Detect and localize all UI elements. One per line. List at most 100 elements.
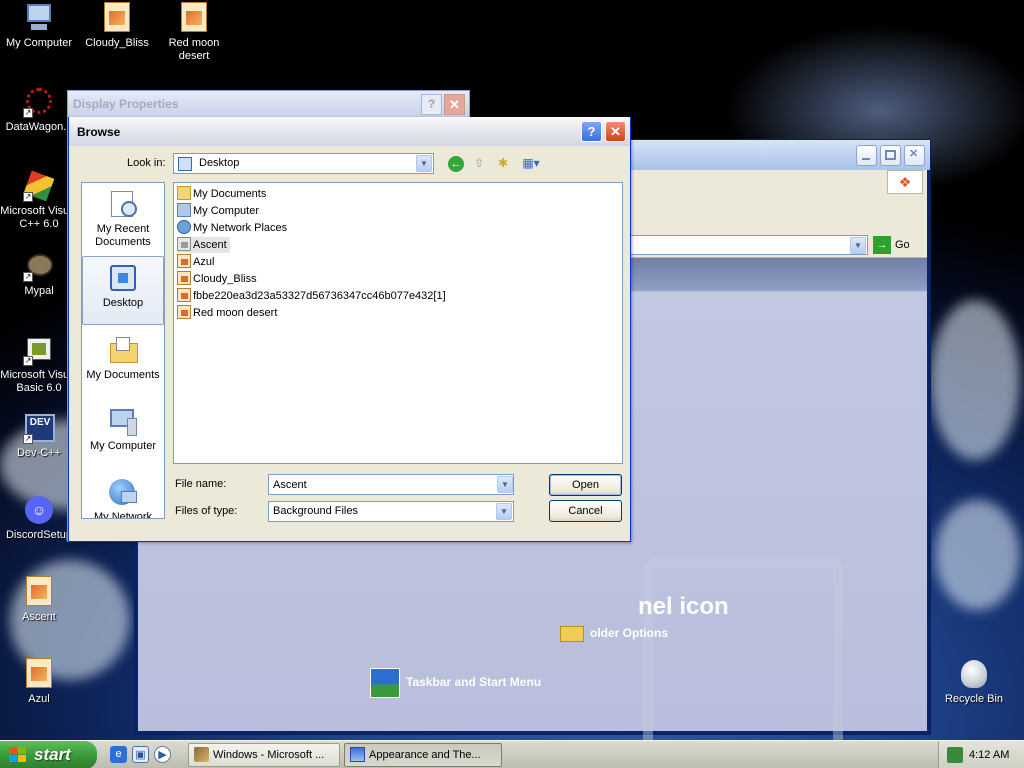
appearance-themes-icon bbox=[350, 747, 365, 762]
file-name: Azul bbox=[193, 256, 215, 268]
help-icon: ? bbox=[427, 97, 436, 111]
go-label: Go bbox=[895, 239, 910, 251]
maximize-icon bbox=[885, 150, 896, 160]
close-button[interactable]: ✕ bbox=[444, 94, 465, 115]
image-file-icon bbox=[178, 2, 210, 34]
image-file-icon bbox=[23, 576, 55, 608]
my-computer-icon bbox=[107, 406, 139, 438]
go-button[interactable]: → Go bbox=[873, 235, 921, 255]
views-menu-button[interactable]: ▦▾ bbox=[518, 154, 544, 174]
computer-icon bbox=[177, 203, 191, 217]
taskbar: start e ▣ ▶ Windows - Microsoft ... Appe… bbox=[0, 740, 1024, 768]
place-my-network[interactable]: My Network bbox=[82, 471, 164, 519]
file-item-my-network-places[interactable]: My Network Places bbox=[177, 220, 290, 236]
discord-icon: ☺ bbox=[23, 494, 55, 526]
file-item-my-documents[interactable]: My Documents bbox=[177, 186, 269, 202]
system-tray: 4:12 AM bbox=[938, 741, 1024, 768]
cancel-button[interactable]: Cancel bbox=[549, 500, 622, 522]
image-file-icon bbox=[177, 254, 191, 268]
close-icon: ✕ bbox=[610, 124, 621, 139]
my-computer-icon bbox=[23, 2, 55, 34]
help-button[interactable]: ? bbox=[581, 121, 602, 142]
recycle-bin-icon bbox=[958, 658, 990, 690]
desktop-icon bbox=[178, 157, 192, 171]
maximize-button[interactable] bbox=[880, 145, 901, 166]
desktop-icon-my-computer[interactable]: My Computer bbox=[0, 2, 78, 50]
file-name: Ascent bbox=[193, 239, 227, 251]
file-name: Cloudy_Bliss bbox=[193, 273, 257, 285]
dev-cpp-shortcut-icon: DEV ↗ bbox=[23, 412, 55, 444]
file-item-my-computer[interactable]: My Computer bbox=[177, 203, 262, 219]
control-panel-watermark-icon bbox=[643, 558, 843, 740]
mypal-shortcut-icon: ↗ bbox=[23, 250, 55, 282]
desktop-icon-label: Recycle Bin bbox=[944, 693, 1004, 705]
file-item-ascent[interactable]: Ascent bbox=[177, 237, 230, 253]
taskbar-item-windows-explorer[interactable]: Windows - Microsoft ... bbox=[188, 743, 340, 767]
file-name-field[interactable] bbox=[268, 474, 514, 495]
place-label: My Network bbox=[93, 511, 153, 519]
address-dropdown-button[interactable]: ▼ bbox=[850, 237, 866, 254]
media-player-icon[interactable]: ▶ bbox=[154, 746, 171, 763]
browse-titlebar[interactable]: Browse ? ✕ bbox=[69, 117, 630, 146]
desktop-icon-cloudy-bliss[interactable]: Cloudy_Bliss bbox=[78, 2, 156, 50]
desktop-icon-azul[interactable]: Azul bbox=[0, 658, 78, 706]
help-icon: ? bbox=[587, 124, 596, 139]
back-button[interactable]: ← bbox=[446, 154, 466, 174]
folder-options-link[interactable]: older Options bbox=[560, 626, 668, 642]
image-file-icon bbox=[177, 271, 191, 285]
open-button[interactable]: Open bbox=[549, 474, 622, 496]
network-icon bbox=[177, 220, 191, 234]
desktop-icon-label: My Computer bbox=[5, 37, 73, 49]
desktop-icon-red-moon-desert[interactable]: Red moon desert bbox=[155, 2, 233, 63]
new-folder-button[interactable]: ✱ bbox=[493, 154, 513, 174]
file-name-dropdown-button[interactable]: ▼ bbox=[497, 476, 513, 493]
place-my-recent-documents[interactable]: My Recent Documents bbox=[82, 183, 164, 252]
image-file-icon bbox=[23, 658, 55, 690]
file-name: My Network Places bbox=[193, 222, 288, 234]
start-button[interactable]: start bbox=[0, 741, 97, 768]
close-button[interactable]: ✕ bbox=[904, 145, 925, 166]
taskbar-item-appearance-themes[interactable]: Appearance and The... bbox=[344, 743, 502, 767]
chevron-down-icon[interactable]: ▼ bbox=[496, 503, 512, 520]
internet-explorer-icon[interactable]: e bbox=[110, 746, 127, 763]
help-button[interactable]: ? bbox=[421, 94, 442, 115]
files-of-type-dropdown[interactable]: Background Files ▼ bbox=[268, 501, 514, 522]
show-desktop-icon[interactable]: ▣ bbox=[132, 746, 149, 763]
folder-icon bbox=[177, 186, 191, 200]
my-documents-icon bbox=[107, 335, 139, 367]
file-item-red-moon-desert[interactable]: Red moon desert bbox=[177, 305, 280, 321]
chevron-down-icon[interactable]: ▼ bbox=[416, 155, 432, 172]
image-file-icon bbox=[101, 2, 133, 34]
taskbar-item-label: Windows - Microsoft ... bbox=[213, 749, 325, 761]
my-network-icon bbox=[107, 477, 139, 509]
up-one-level-button[interactable]: ⇧ bbox=[469, 154, 489, 174]
browse-dialog: Browse ? ✕ Look in: Desktop ▼ ← ⇧ ✱ ▦▾ M… bbox=[68, 117, 631, 542]
close-icon: ✕ bbox=[449, 97, 460, 112]
browse-title: Browse bbox=[77, 125, 121, 139]
place-desktop[interactable]: Desktop bbox=[82, 256, 164, 325]
file-item-cloudy-bliss[interactable]: Cloudy_Bliss bbox=[177, 271, 260, 287]
file-list: My Documents My Computer My Network Plac… bbox=[173, 182, 623, 464]
place-my-documents[interactable]: My Documents bbox=[82, 329, 164, 398]
place-my-computer[interactable]: My Computer bbox=[82, 400, 164, 469]
file-item-fbbe220[interactable]: fbbe220ea3d23a53327d56736347cc46b077e432… bbox=[177, 288, 449, 304]
datawagon-shortcut-icon: ↗ bbox=[23, 86, 55, 118]
desktop-icon-recycle-bin[interactable]: Recycle Bin bbox=[935, 658, 1013, 706]
desktop-icon-ascent[interactable]: Ascent bbox=[0, 576, 78, 624]
control-panel-heading: nel icon bbox=[638, 593, 729, 620]
display-properties-titlebar[interactable]: Display Properties ? ✕ bbox=[68, 91, 469, 117]
taskbar-start-menu-link[interactable]: Taskbar and Start Menu bbox=[370, 668, 541, 698]
look-in-dropdown[interactable]: Desktop ▼ bbox=[173, 153, 434, 174]
desktop-icon-label: Cloudy_Bliss bbox=[85, 37, 149, 49]
close-icon: ✕ bbox=[909, 148, 919, 160]
clock[interactable]: 4:12 AM bbox=[969, 741, 1009, 768]
minimize-button[interactable] bbox=[856, 145, 877, 166]
file-name: fbbe220ea3d23a53327d56736347cc46b077e432… bbox=[193, 290, 446, 302]
look-in-label: Look in: bbox=[127, 157, 166, 169]
close-button[interactable]: ✕ bbox=[605, 121, 626, 142]
desktop-icon-label: Azul bbox=[28, 693, 50, 705]
tray-app-icon[interactable] bbox=[947, 747, 963, 763]
files-of-type-label: Files of type: bbox=[175, 505, 238, 517]
file-item-azul[interactable]: Azul bbox=[177, 254, 217, 270]
files-of-type-value: Background Files bbox=[273, 505, 358, 517]
